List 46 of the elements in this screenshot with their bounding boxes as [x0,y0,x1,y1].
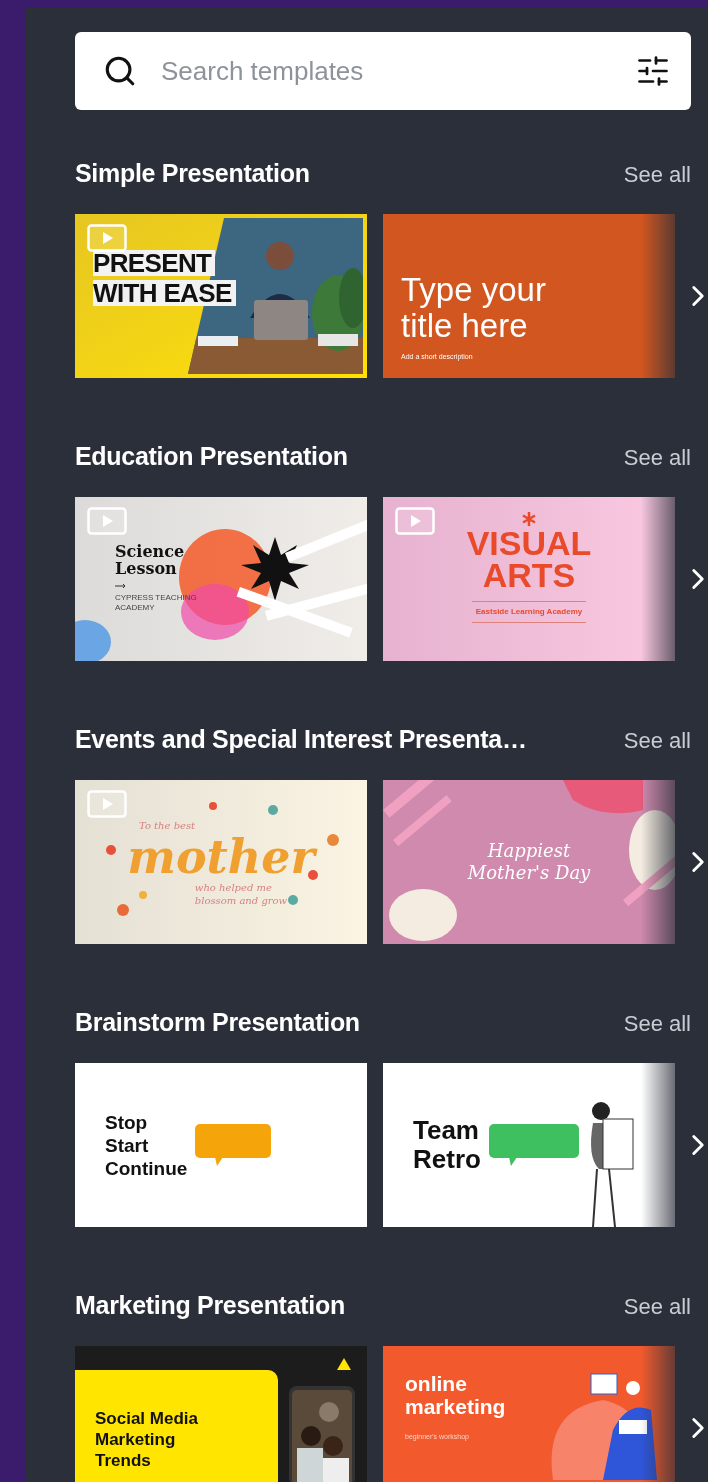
slide-text: who helped me [194,880,272,894]
slide-text: Start [105,1133,150,1157]
slide-text: Lesson [115,560,178,577]
slide-text: marketing [405,1395,506,1418]
speech-bubble-icon [195,1124,272,1166]
speech-bubble-icon [488,1124,579,1166]
template-card[interactable]: PRESENT WITH EASE [75,214,367,378]
slide-text: Science [115,543,186,560]
slide-text: Mother's Day [467,862,591,884]
slide-text: Social Media [95,1408,198,1429]
section-title: Simple Presentation [75,158,310,190]
slide-text: WITH EASE [93,280,236,306]
slide-text: To the best [139,818,196,833]
asterisk-icon [521,511,537,527]
slide-text: PRESENT [93,250,216,276]
triangle-logo-icon [337,1358,351,1370]
slide-text: online [405,1372,468,1395]
slide-text: ARTS [482,559,576,591]
section-title: Brainstorm Presentation [75,1007,360,1039]
template-card[interactable]: Team Retro [383,1063,675,1227]
search-icon [103,54,137,88]
section-title: Education Presentation [75,441,348,473]
template-card[interactable]: Stop Start Continue [75,1063,367,1227]
slide-text: Marketing [95,1429,177,1450]
slide-text: Trends [95,1450,152,1471]
search-field[interactable]: Search templates [75,32,691,110]
slide-text: Stop [105,1110,149,1134]
slide-text: Retro [413,1145,481,1174]
template-card[interactable]: Social Media Marketing Trends [75,1346,367,1482]
see-all-link[interactable]: See all [623,723,691,757]
slide-text: title here [401,307,528,344]
slide-text: VISUAL [466,527,592,559]
slide-text: Type your [401,271,547,308]
section-title: Events and Special Interest Presenta… [75,724,527,756]
section-title: Marketing Presentation [75,1290,345,1322]
slide-text: Happiest [487,840,571,862]
see-all-link[interactable]: See all [623,440,691,474]
see-all-link[interactable]: See all [623,157,691,191]
arrow-icon [115,583,127,589]
slide-caption: Eastside Learning Academy [471,601,587,623]
slide-text: Continue [105,1156,188,1180]
see-all-link[interactable]: See all [623,1289,691,1323]
slide-text: Team [413,1116,480,1145]
filter-icon[interactable] [635,53,671,89]
slide-text: blossom and grow [194,893,288,907]
see-all-link[interactable]: See all [623,1006,691,1040]
